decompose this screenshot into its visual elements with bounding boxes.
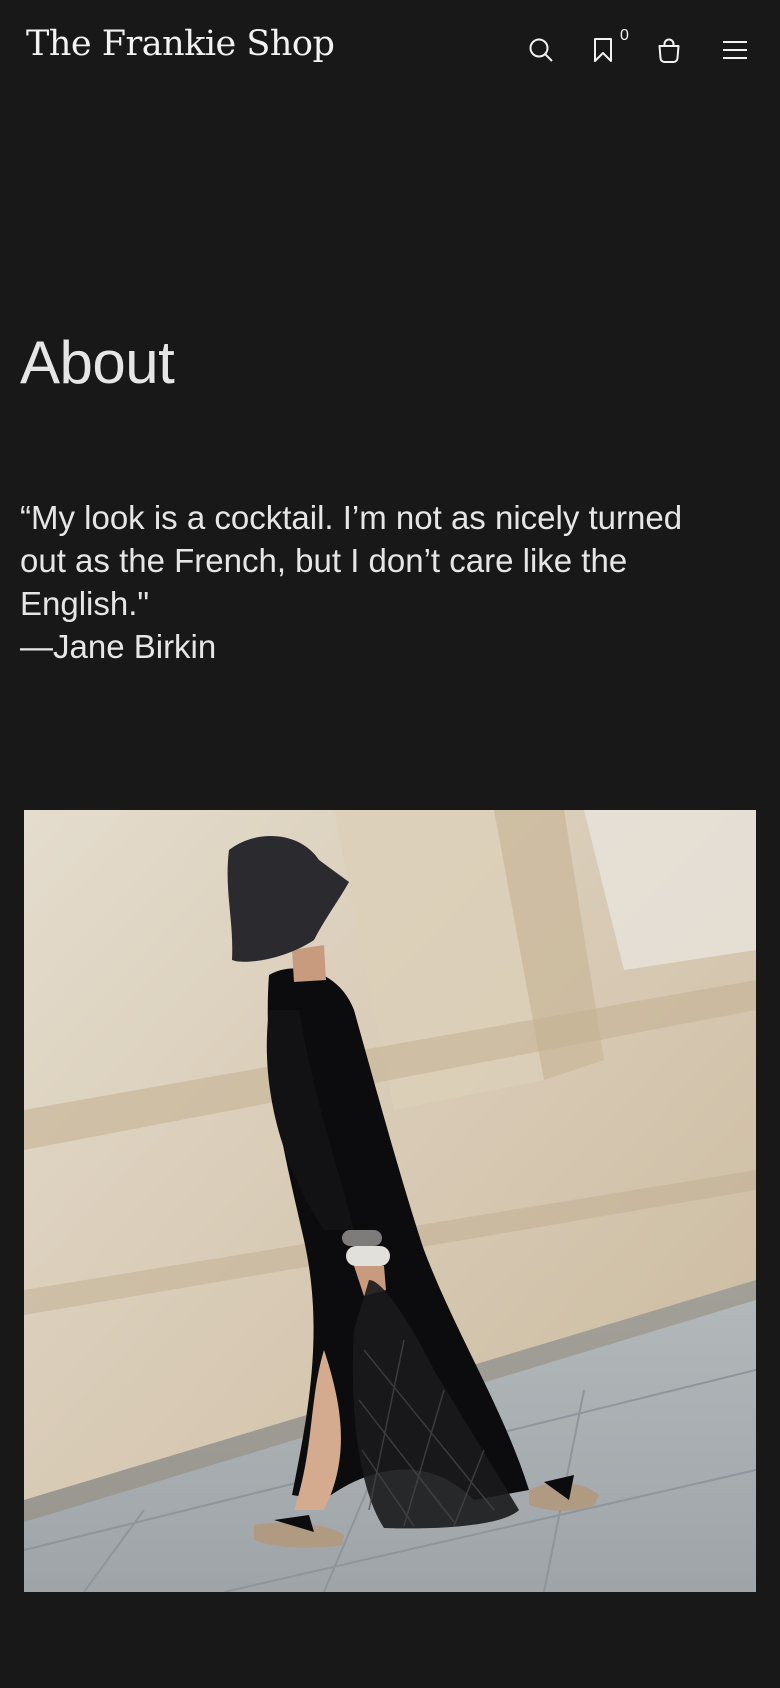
menu-button[interactable] xyxy=(715,30,755,70)
wishlist-button[interactable] xyxy=(583,30,623,70)
quote-text: “My look is a cocktail. I’m not as nicel… xyxy=(20,499,683,622)
shopping-bag-button[interactable] xyxy=(649,30,689,70)
site-header: The Frankie Shop 0 xyxy=(0,0,780,100)
hamburger-menu-icon xyxy=(723,41,747,59)
brand-quote: “My look is a cocktail. I’m not as nicel… xyxy=(20,496,700,668)
quote-attribution: —Jane Birkin xyxy=(20,628,217,665)
hero-image xyxy=(24,810,756,1592)
page-title: About xyxy=(20,329,175,396)
search-icon xyxy=(529,38,553,62)
site-logo[interactable]: The Frankie Shop xyxy=(26,24,335,64)
hero-photo-illustration xyxy=(24,810,756,1592)
search-button[interactable] xyxy=(521,30,561,70)
bookmark-icon xyxy=(594,38,612,62)
shopping-bag-icon xyxy=(658,38,680,63)
wishlist-count-badge: 0 xyxy=(620,27,629,44)
